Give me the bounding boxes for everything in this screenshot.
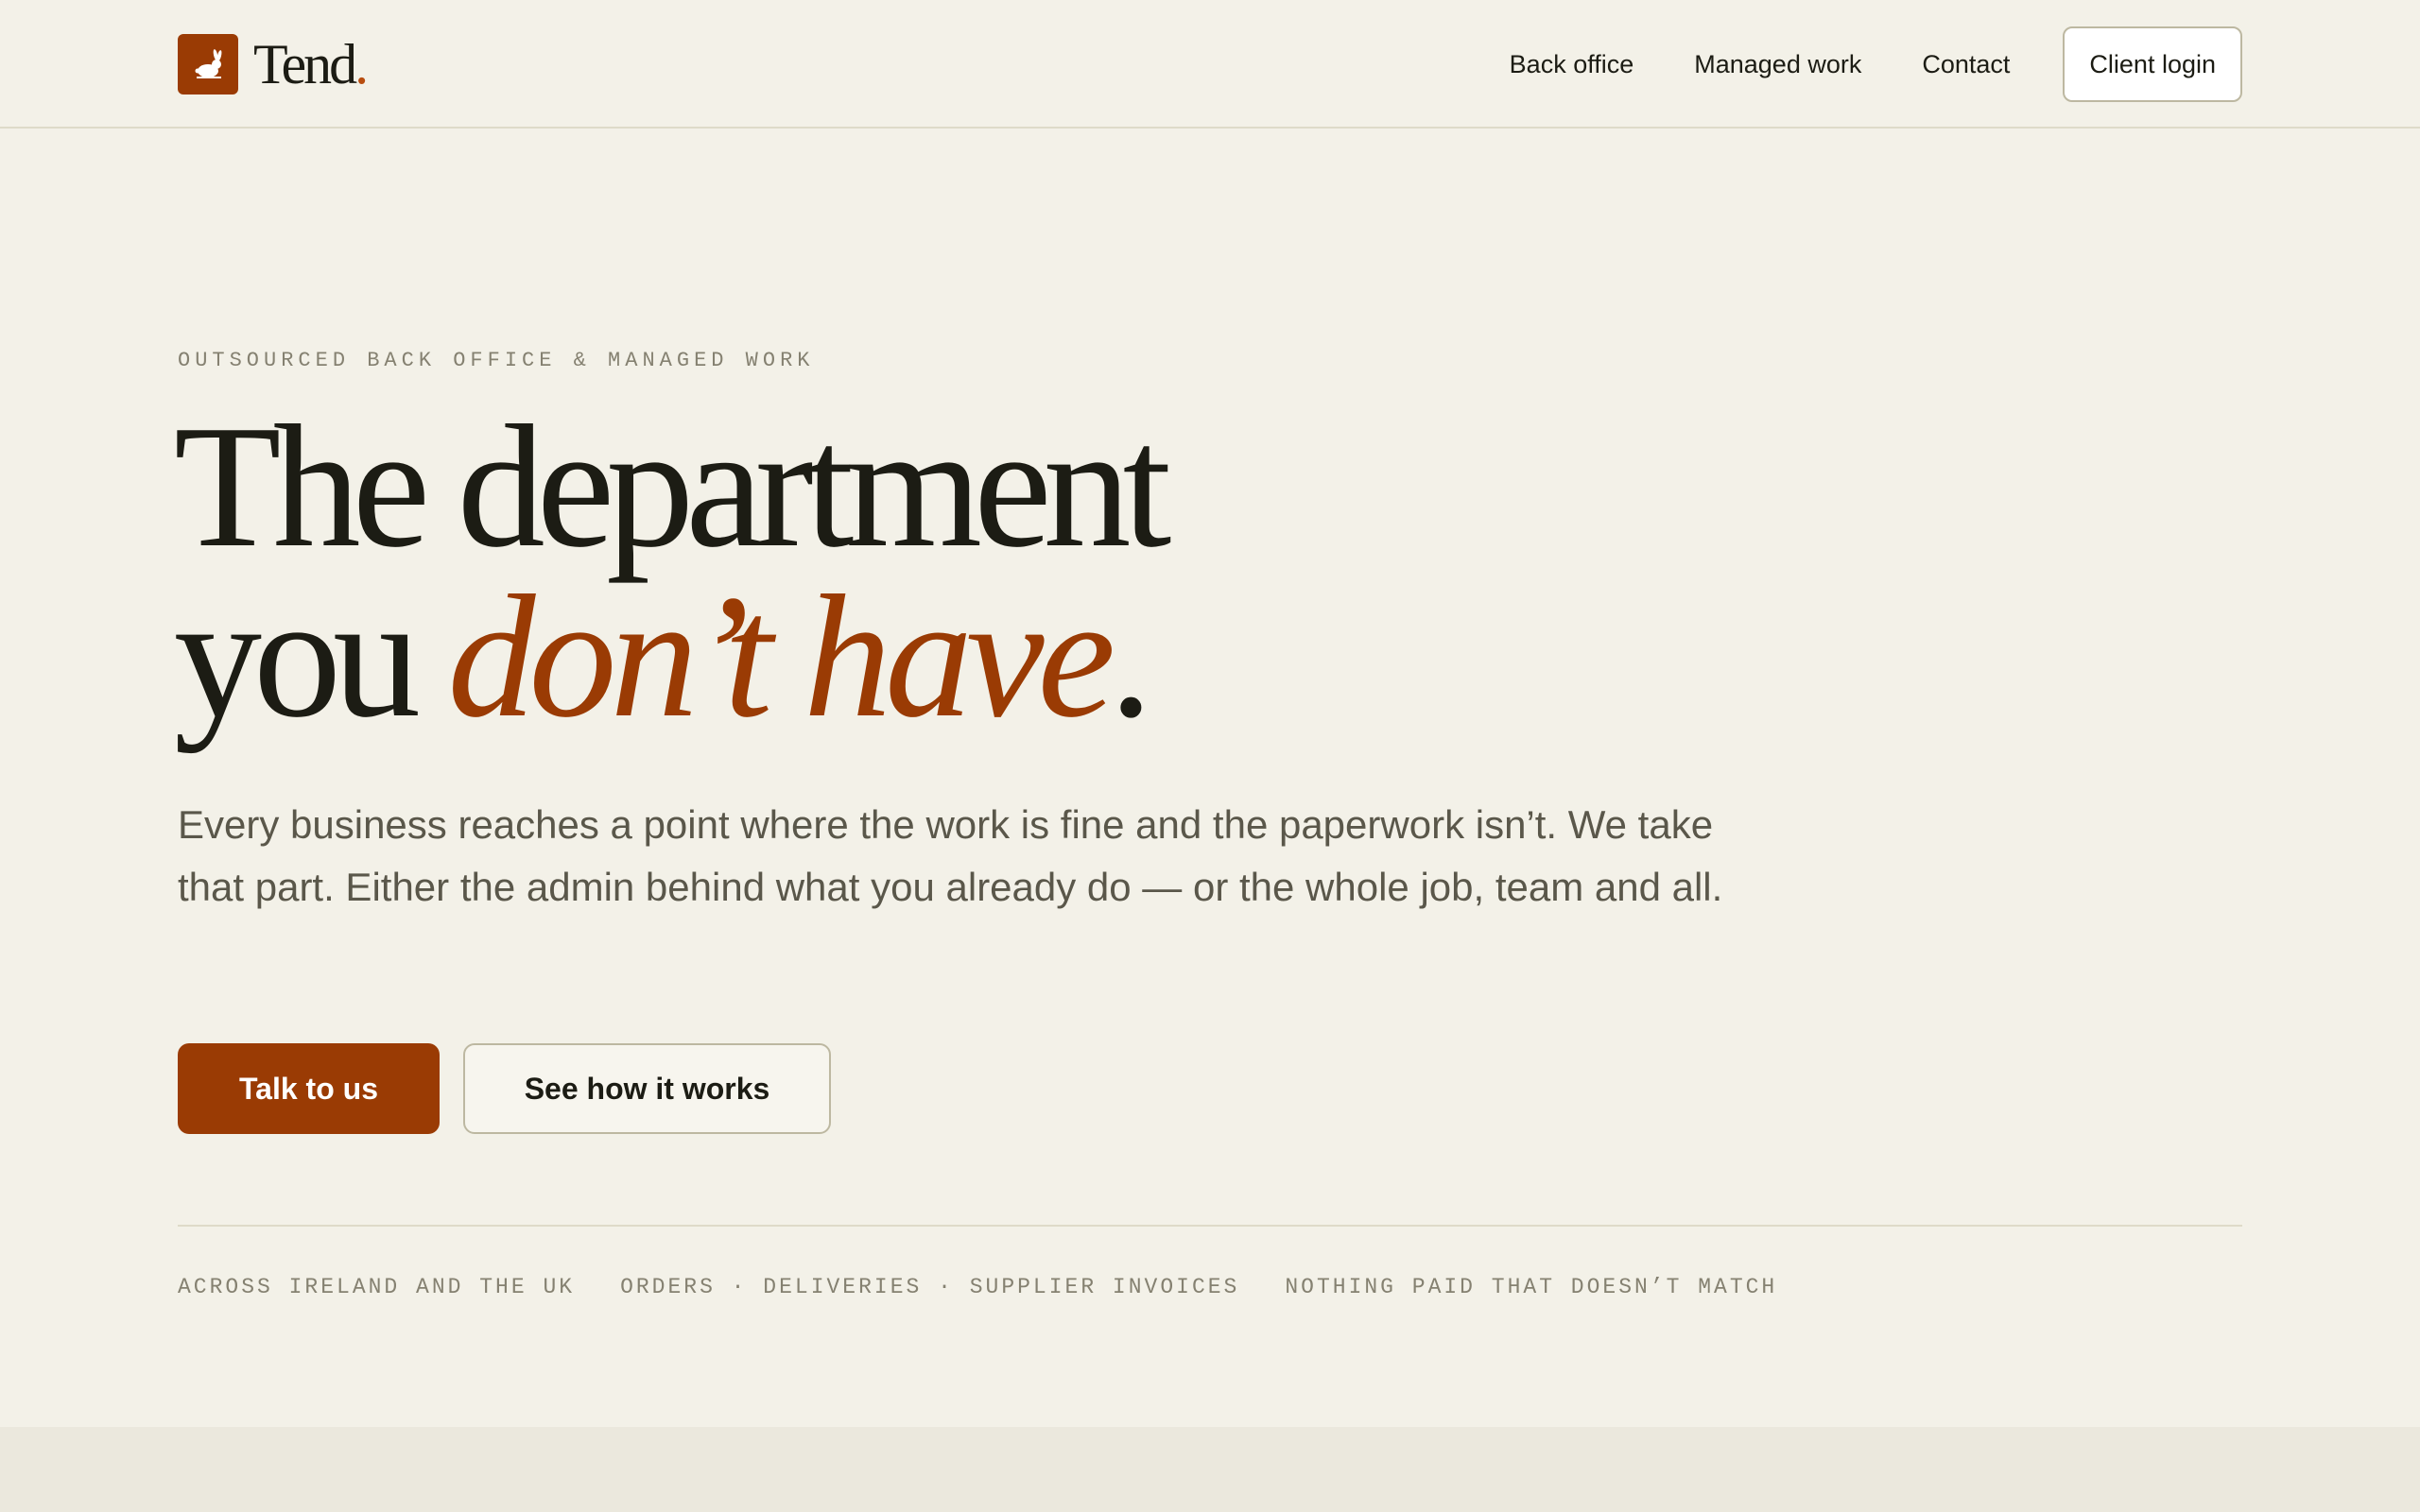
headline-end: . — [1109, 559, 1152, 754]
fact-item: ACROSS IRELAND AND THE UK — [178, 1275, 576, 1299]
client-login-button[interactable]: Client login — [2063, 26, 2242, 102]
site-header: Tend. Back office Managed work Contact C… — [0, 0, 2420, 129]
brand-logo-link[interactable]: Tend. — [178, 33, 369, 95]
main-nav: Back office Managed work Contact Client … — [1449, 26, 2242, 102]
brand-name: Tend. — [253, 33, 369, 95]
talk-to-us-button[interactable]: Talk to us — [178, 1043, 440, 1134]
see-how-it-works-button[interactable]: See how it works — [463, 1043, 831, 1134]
next-section-band — [0, 1427, 2420, 1512]
fact-item: NOTHING PAID THAT DOESN’T MATCH — [1285, 1275, 1778, 1299]
hero-headline: The department you don’t have. — [174, 399, 1171, 745]
hero-lead: Every business reaches a point where the… — [178, 802, 1723, 909]
headline-line-2-start: you — [174, 559, 448, 754]
nav-link-managed-work[interactable]: Managed work — [1694, 50, 1861, 79]
headline-emphasis: don’t have — [447, 559, 1116, 754]
rabbit-icon — [178, 34, 238, 94]
nav-link-back-office[interactable]: Back office — [1510, 50, 1634, 79]
headline-line-1: The department — [174, 389, 1171, 584]
facts-row: ACROSS IRELAND AND THE UK ORDERS · DELIV… — [178, 1275, 1777, 1299]
nav-link-contact[interactable]: Contact — [1922, 50, 2010, 79]
hero-divider — [178, 1225, 2242, 1227]
hero-eyebrow: OUTSOURCED BACK OFFICE & MANAGED WORK — [178, 349, 815, 372]
fact-item: ORDERS · DELIVERIES · SUPPLIER INVOICES — [620, 1275, 1240, 1299]
